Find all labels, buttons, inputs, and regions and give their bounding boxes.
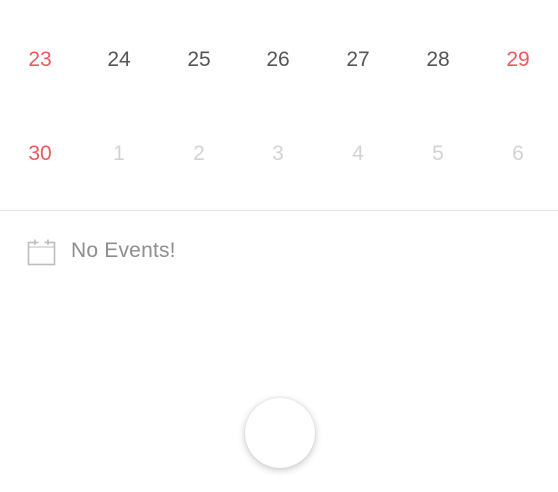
day-cell-next-month[interactable]: 2 <box>169 134 229 174</box>
add-event-button[interactable] <box>245 398 315 468</box>
day-cell[interactable]: 27 <box>328 40 388 80</box>
day-cell-next-month[interactable]: 6 <box>488 134 548 174</box>
day-cell[interactable]: 28 <box>408 40 468 80</box>
day-cell[interactable]: 25 <box>169 40 229 80</box>
day-cell-next-month[interactable]: 1 <box>89 134 149 174</box>
day-cell[interactable]: 29 <box>488 40 548 80</box>
week-row: 23 24 25 26 27 28 29 <box>0 40 558 80</box>
week-row: 30 1 2 3 4 5 6 <box>0 134 558 174</box>
events-empty-state: No Events! <box>27 236 176 266</box>
day-cell-next-month[interactable]: 4 <box>328 134 388 174</box>
day-cell[interactable]: 30 <box>10 134 70 174</box>
day-cell[interactable]: 23 <box>10 40 70 80</box>
day-cell[interactable]: 24 <box>89 40 149 80</box>
day-cell-next-month[interactable]: 5 <box>408 134 468 174</box>
calendar-icon <box>27 239 56 265</box>
day-cell[interactable]: 26 <box>248 40 308 80</box>
divider <box>0 210 558 211</box>
no-events-label: No Events! <box>71 239 176 262</box>
day-cell-next-month[interactable]: 3 <box>248 134 308 174</box>
